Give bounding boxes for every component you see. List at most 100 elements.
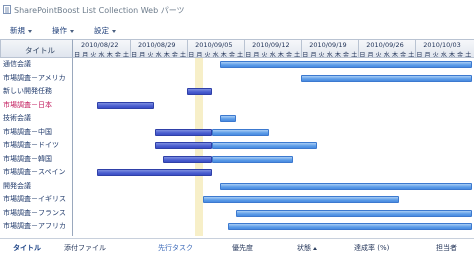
- settings-menu-button[interactable]: 設定: [94, 25, 116, 36]
- footer-column-3[interactable]: 優先度: [232, 243, 253, 253]
- day-label: 月: [367, 52, 374, 58]
- gantt-bar[interactable]: [97, 169, 212, 176]
- day-label: 火: [318, 52, 325, 58]
- day-label: 木: [391, 52, 398, 58]
- chevron-down-icon: [28, 29, 32, 33]
- day-label: 水: [212, 52, 219, 58]
- task-row-name[interactable]: 新しい開発任務: [0, 85, 73, 99]
- gantt-chart-area: [73, 58, 474, 236]
- week-label: 2010/08/29: [138, 41, 176, 49]
- day-label: 土: [236, 52, 244, 58]
- column-footer: タイトル 添付ファイル 先行タスク 優先度 状態 達成率 (%) 担当者: [0, 238, 474, 255]
- day-label: 金: [114, 52, 121, 58]
- footer-column-2[interactable]: 先行タスク: [158, 243, 193, 253]
- day-label: 火: [261, 52, 268, 58]
- day-label: 月: [82, 52, 89, 58]
- footer-column-1[interactable]: 添付ファイル: [64, 243, 106, 253]
- day-label: 日: [416, 52, 423, 58]
- gantt-bar[interactable]: [203, 196, 399, 203]
- day-label: 日: [359, 52, 366, 58]
- gantt-bar[interactable]: [236, 209, 473, 217]
- day-label: 水: [326, 52, 333, 58]
- actions-menu-button[interactable]: 操作: [52, 25, 74, 36]
- day-label: 木: [163, 52, 170, 58]
- footer-column-label: 先行タスク: [158, 244, 193, 252]
- day-label: 水: [269, 52, 276, 58]
- gantt-bar[interactable]: [227, 223, 473, 230]
- day-label: 土: [465, 52, 472, 58]
- week-label: 2010/09/12: [252, 41, 290, 49]
- gantt-bar[interactable]: [154, 128, 212, 136]
- day-label: 木: [334, 52, 341, 58]
- task-row-name[interactable]: 通信会議: [0, 58, 73, 72]
- gantt-bar[interactable]: [154, 142, 212, 149]
- task-row-name[interactable]: 市場調査－アメリカ: [0, 72, 73, 86]
- title-column-header[interactable]: タイトル: [0, 39, 73, 58]
- day-label: 火: [90, 52, 97, 58]
- task-row-name[interactable]: 市場調査－フランス: [0, 207, 73, 221]
- task-row-name[interactable]: 市場調査－ドイツ: [0, 139, 73, 153]
- footer-column-label: 添付ファイル: [64, 244, 106, 252]
- day-label: 日: [302, 52, 309, 58]
- day-label: 木: [277, 52, 284, 58]
- day-label: 火: [432, 52, 439, 58]
- task-row-name[interactable]: 技術会議: [0, 112, 73, 126]
- gantt-bar[interactable]: [219, 182, 473, 190]
- day-label: 水: [98, 52, 105, 58]
- day-label: 金: [285, 52, 293, 58]
- day-label: 火: [204, 52, 211, 58]
- task-row-name[interactable]: 市場調査－イギリス: [0, 193, 73, 207]
- sort-arrow-icon: [313, 246, 317, 250]
- gantt-bar[interactable]: [97, 101, 155, 109]
- day-label: 土: [122, 52, 130, 58]
- settings-menu-label: 設定: [94, 26, 109, 35]
- footer-column-6[interactable]: 担当者: [436, 243, 457, 253]
- day-label: 月: [253, 52, 260, 58]
- toolbar: 新規 操作 設定: [0, 21, 474, 39]
- gantt-bar[interactable]: [301, 74, 473, 82]
- day-label: 日: [73, 52, 81, 58]
- day-label: 月: [139, 52, 146, 58]
- app-header: SharePointBoost List Collection Web パーツ: [0, 0, 474, 21]
- task-row-name[interactable]: 市場調査－日本: [0, 99, 73, 113]
- day-label: 木: [106, 52, 113, 58]
- gantt-grid: タイトル 2010/08/22 日月火水木金土 2010/08/29 日月火水木金土 2…: [0, 39, 474, 236]
- week-label: 2010/09/26: [366, 41, 404, 49]
- footer-column-label: タイトル: [13, 244, 41, 252]
- footer-column-0[interactable]: タイトル: [13, 243, 41, 253]
- gantt-bar[interactable]: [211, 155, 294, 163]
- title-column-label: タイトル: [25, 46, 55, 55]
- day-label: 水: [155, 52, 162, 58]
- task-row-name[interactable]: 市場調査－中国: [0, 126, 73, 140]
- task-row-name[interactable]: 市場調査－アフリカ: [0, 220, 73, 234]
- day-label: 日: [131, 52, 138, 58]
- list-icon: [3, 5, 11, 14]
- day-label: 日: [188, 52, 195, 58]
- new-menu-button[interactable]: 新規: [10, 25, 32, 36]
- day-label: 水: [383, 52, 390, 58]
- week-label: 2010/08/22: [81, 41, 119, 49]
- day-label: 金: [399, 52, 407, 58]
- app-title: SharePointBoost List Collection Web パーツ: [14, 6, 185, 15]
- gantt-bar[interactable]: [219, 115, 236, 122]
- day-label: 火: [147, 52, 154, 58]
- task-row-name[interactable]: 開発会議: [0, 180, 73, 194]
- day-label: 金: [342, 52, 350, 58]
- task-row-name[interactable]: 市場調査－スペイン: [0, 166, 73, 180]
- day-label: 火: [375, 52, 382, 58]
- gantt-bar[interactable]: [211, 142, 318, 149]
- week-label: 2010/10/03: [423, 41, 461, 49]
- gantt-bar[interactable]: [219, 61, 473, 68]
- footer-column-4[interactable]: 状態: [297, 243, 317, 253]
- footer-column-5[interactable]: 達成率 (%): [354, 243, 389, 253]
- day-label: 水: [440, 52, 447, 58]
- day-label: 月: [196, 52, 203, 58]
- task-row-name[interactable]: 市場調査－韓国: [0, 153, 73, 167]
- gantt-bar[interactable]: [187, 88, 212, 95]
- gantt-bar[interactable]: [211, 128, 269, 136]
- gantt-bar[interactable]: [162, 155, 212, 163]
- footer-column-label: 優先度: [232, 244, 253, 252]
- week-label: 2010/09/05: [195, 41, 233, 49]
- day-label: 土: [179, 52, 187, 58]
- footer-column-label: 担当者: [436, 244, 457, 252]
